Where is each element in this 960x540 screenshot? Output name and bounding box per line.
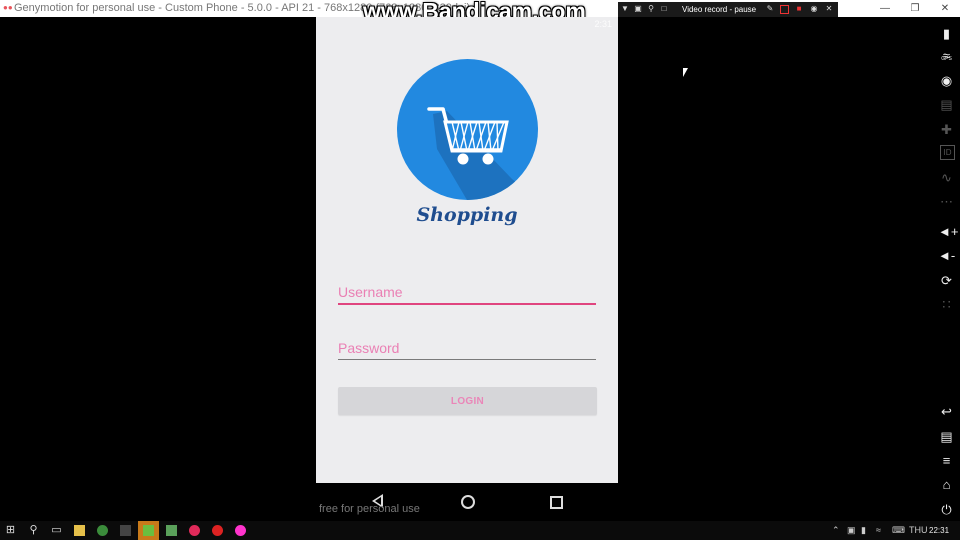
recent-apps-icon[interactable]: ▤ <box>938 428 955 445</box>
rotate-icon[interactable]: ⟳ <box>938 272 955 289</box>
camera-icon[interactable]: ◉ <box>938 72 955 89</box>
start-icon[interactable]: ⊞ <box>4 524 17 537</box>
keyboard-icon[interactable]: ⌨ <box>892 524 905 537</box>
sms-icon: ⋯ <box>940 194 953 209</box>
android-studio-icon[interactable] <box>143 525 154 536</box>
volume-down-icon[interactable]: ◄- <box>938 247 955 264</box>
nav-home-icon[interactable] <box>461 495 475 509</box>
screenshot-icon[interactable]: ◉ <box>810 5 818 13</box>
logo-title: Shopping <box>416 204 518 226</box>
media-app-icon[interactable] <box>235 525 246 536</box>
taskbar-clock[interactable]: 22:31 <box>929 524 949 537</box>
phone-screen: 2:31 Shopping LOGIN <box>316 17 618 483</box>
login-button[interactable]: LOGIN <box>338 387 597 415</box>
recorder-status: Video record - pause <box>682 5 757 14</box>
gps-label: GPS <box>941 56 952 62</box>
close-recorder-icon[interactable]: ✕ <box>825 5 833 13</box>
bandicam-icon[interactable] <box>212 525 223 536</box>
status-time: 2:31 <box>594 19 612 29</box>
username-input[interactable] <box>338 281 596 305</box>
select-area-icon[interactable]: □ <box>660 5 668 13</box>
gps-icon[interactable]: ≈ GPS <box>938 47 955 64</box>
language-indicator[interactable]: THU <box>909 524 928 537</box>
search-icon[interactable]: ⚲ <box>27 524 40 537</box>
tool-app-icon[interactable] <box>120 525 131 536</box>
zoom-icon[interactable]: ⚲ <box>647 5 655 13</box>
cart-icon <box>427 107 538 200</box>
free-use-note: free for personal use <box>319 503 420 515</box>
wifi-icon[interactable]: ≈ <box>876 524 881 537</box>
back-icon[interactable]: ↩ <box>938 403 955 420</box>
genymotion-app-icon: ●● <box>3 3 13 12</box>
window-controls: — ❐ ✕ <box>870 0 960 17</box>
android-nav-bar <box>316 483 618 521</box>
task-view-icon[interactable]: ▭ <box>50 524 63 537</box>
shopping-cart-logo <box>397 59 538 200</box>
pause-icon[interactable] <box>780 5 789 14</box>
password-input[interactable] <box>338 337 596 360</box>
home-icon[interactable]: ⌂ <box>938 476 955 493</box>
scale-icon: ∷ <box>942 297 951 312</box>
minimize-button[interactable]: — <box>870 0 900 17</box>
window-mode-icon[interactable]: ▣ <box>634 5 642 13</box>
emulator-sidebar: ▮ ≈ GPS ◉ ▤ ✚ ID ∿ ⋯ ◄+ ◄- ⟳ ∷ ↩ ▤ ≡ ⌂ ⏻ <box>933 17 960 525</box>
pencil-icon[interactable]: ✎ <box>766 5 774 13</box>
battery-icon[interactable]: ▮ <box>938 25 955 42</box>
chrome-icon[interactable] <box>97 525 108 536</box>
dpad-icon: ✚ <box>941 122 952 137</box>
tray-app-icon[interactable]: ▣ <box>847 524 856 537</box>
record-stop-icon[interactable]: ■ <box>795 5 803 13</box>
id-icon: ID <box>940 145 955 160</box>
volume-up-icon[interactable]: ◄+ <box>938 223 958 240</box>
genymotion-icon[interactable] <box>189 525 200 536</box>
close-button[interactable]: ✕ <box>930 0 960 17</box>
tray-chevron-icon[interactable]: ⌃ <box>832 524 840 537</box>
file-explorer-icon[interactable] <box>74 525 85 536</box>
network-icon: ∿ <box>941 170 952 185</box>
notepad-icon[interactable] <box>166 525 177 536</box>
mouse-cursor-icon <box>683 68 688 77</box>
nav-recents-icon[interactable] <box>550 496 563 509</box>
windows-taskbar: ⊞ ⚲ ▭ ⌃ ▣ ▮ ≈ ⌨ THU 22:31 <box>0 521 960 540</box>
battery-tray-icon[interactable]: ▮ <box>861 524 866 537</box>
menu-icon[interactable]: ≡ <box>938 452 955 469</box>
clapper-icon: ▤ <box>940 97 953 112</box>
dropdown-icon[interactable]: ▼ <box>621 5 629 13</box>
restore-button[interactable]: ❐ <box>900 0 930 17</box>
power-icon[interactable]: ⏻ <box>938 501 955 518</box>
recorder-toolbar: ▼ ▣ ⚲ □ Video record - pause ✎ ■ ◉ ✕ <box>618 2 838 17</box>
